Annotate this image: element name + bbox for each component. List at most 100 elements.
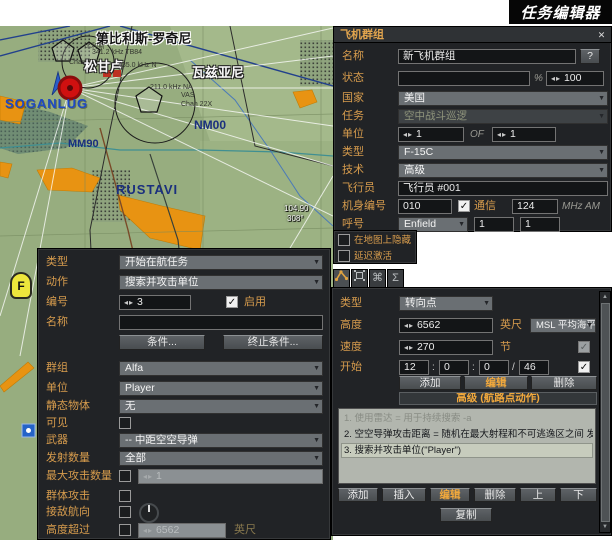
percent-sign: %	[534, 71, 543, 86]
altitude-reference-dropdown[interactable]: MSL 平均海平面▼	[530, 318, 596, 333]
tab-route[interactable]	[333, 269, 350, 287]
scroll-down-icon[interactable]: ▼	[600, 522, 610, 532]
list-item[interactable]: 1. 使用雷达 = 用于持续搜索 -a	[341, 411, 593, 426]
spinner-left-icon[interactable]: ◂	[551, 74, 555, 83]
skill-label: 技术	[342, 163, 364, 178]
direction-checkbox[interactable]	[119, 506, 131, 518]
start-seconds-input[interactable]: 0	[479, 360, 509, 375]
aircraft-type-dropdown[interactable]: F-15C▼	[398, 145, 608, 160]
altitude-label: 高度	[340, 318, 362, 333]
late-activation-label: 延迟激活	[354, 249, 392, 264]
start-time-checkbox[interactable]: ✓	[578, 361, 590, 373]
number-stepper[interactable]: ◂▸ 3	[119, 295, 191, 310]
hidden-on-map-label: 在地图上隐藏	[354, 233, 411, 248]
unit-total-stepper[interactable]: ◂▸ 1	[492, 127, 556, 142]
altitude-above-unit: 英尺	[234, 523, 256, 538]
tail-number-input[interactable]: 010	[398, 199, 452, 214]
unit-marker[interactable]	[59, 77, 81, 99]
action-label: 动作	[46, 275, 68, 290]
callsign-num2-input[interactable]: 1	[520, 217, 560, 232]
unit-count-stepper[interactable]: ◂▸ 1	[398, 127, 464, 142]
unit-label: 单位	[342, 127, 364, 142]
static-object-dropdown[interactable]: 无▼	[119, 399, 323, 414]
map-f-marker[interactable]: F	[10, 272, 32, 299]
group-attack-label: 群体攻击	[46, 489, 90, 504]
wp-edit-button[interactable]: 编辑	[464, 376, 528, 390]
expend-dropdown[interactable]: 全部▼	[119, 451, 323, 466]
transform-icon	[354, 270, 365, 281]
enabled-checkbox[interactable]: ✓	[226, 296, 238, 308]
frequency-input[interactable]: 124	[512, 199, 558, 214]
tab-summary[interactable]: Σ	[387, 269, 404, 287]
start-hours-input[interactable]: 12	[399, 360, 429, 375]
max-attack-label: 最大攻击数量	[46, 469, 112, 484]
copy-button[interactable]: 复制	[440, 508, 492, 522]
action-edit-button[interactable]: 编辑	[430, 488, 470, 502]
stop-condition-button[interactable]: 终止条件...	[223, 335, 323, 350]
expend-label: 发射数量	[46, 451, 90, 466]
action-up-button[interactable]: 上	[520, 488, 556, 502]
scroll-up-icon[interactable]: ▲	[600, 292, 610, 302]
scrollbar[interactable]: ▲ ▼	[599, 291, 611, 533]
speed-stepper[interactable]: ◂▸ 270	[399, 340, 493, 355]
spinner-right-icon[interactable]: ▸	[556, 74, 560, 83]
condition-button[interactable]: 条件...	[119, 335, 205, 350]
action-add-button[interactable]: 添加	[338, 488, 378, 502]
country-dropdown[interactable]: 美国▼	[398, 91, 608, 106]
tab-transform[interactable]	[351, 269, 368, 287]
condition-input[interactable]	[398, 71, 530, 86]
start-minutes-input[interactable]: 0	[439, 360, 469, 375]
skill-dropdown[interactable]: 高级▼	[398, 163, 608, 178]
start-day-input[interactable]: 46	[519, 360, 549, 375]
visible-label: 可见	[46, 416, 68, 431]
waypoint-actions-list: 1. 使用雷达 = 用于持续搜索 -a 2. 空空导弹攻击距离 = 随机在最大射…	[338, 408, 596, 484]
action-down-button[interactable]: 下	[560, 488, 597, 502]
altitude-above-stepper[interactable]: ◂▸ 6562	[138, 523, 226, 538]
task-name-input[interactable]	[119, 315, 323, 330]
advanced-waypoint-actions-button[interactable]: 高级 (航路点动作)	[399, 392, 597, 405]
help-button[interactable]: ?	[580, 49, 600, 64]
scrollbar-thumb[interactable]	[601, 303, 610, 522]
wp-type-dropdown[interactable]: 转向点▼	[399, 296, 493, 311]
action-delete-button[interactable]: 删除	[474, 488, 516, 502]
action-dropdown[interactable]: 搜索并攻击单位▼	[119, 275, 323, 290]
visible-checkbox[interactable]	[119, 417, 131, 429]
max-attack-stepper[interactable]: ◂▸ 1	[138, 469, 323, 484]
weapon-dropdown[interactable]: -- 中距空空导弹▼	[119, 433, 323, 448]
direction-label: 接敌航向	[46, 505, 90, 520]
tab-actions[interactable]: ⌘	[369, 269, 386, 287]
speed-unit: 节	[500, 340, 511, 355]
probability-stepper[interactable]: ◂▸ 100	[546, 71, 604, 86]
group-name-input[interactable]: 新飞机群组	[398, 49, 576, 64]
task-label: 任务	[342, 109, 364, 124]
comms-checkbox[interactable]: ✓	[458, 200, 470, 212]
sigma-icon: Σ	[392, 272, 399, 284]
hidden-on-map-checkbox[interactable]	[338, 234, 350, 246]
cmd-icon: ⌘	[372, 272, 383, 284]
action-insert-button[interactable]: 插入	[382, 488, 426, 502]
pilot-input[interactable]: 飞行员 #001	[398, 181, 608, 196]
heading-dial[interactable]	[139, 503, 159, 523]
altitude-stepper[interactable]: ◂▸ 6562	[399, 318, 493, 333]
wp-delete-button[interactable]: 删除	[531, 376, 597, 390]
task-dropdown[interactable]: 空中战斗巡逻▼	[398, 109, 608, 124]
mission-editor-screen: 第比利斯-罗奇尼 比利斯 341.2 kHz TB84 Chan 松甘卢 435…	[0, 0, 612, 540]
group-attack-checkbox[interactable]	[119, 490, 131, 502]
list-item[interactable]: 2. 空空导弹攻击距离 = 随机在最大射程和不可逃逸区之间 发射	[341, 427, 593, 442]
altitude-above-checkbox[interactable]	[119, 524, 131, 536]
late-activation-checkbox[interactable]	[338, 250, 350, 262]
target-unit-dropdown[interactable]: Player▼	[119, 381, 323, 396]
close-icon[interactable]: ✕	[595, 29, 608, 42]
route-icon	[335, 270, 348, 281]
map-blue-icon	[22, 424, 35, 437]
target-unit-label: 单位	[46, 381, 68, 396]
max-attack-checkbox[interactable]	[119, 470, 131, 482]
list-item[interactable]: 3. 搜索并攻击单位("Player")	[341, 443, 593, 458]
wp-add-button[interactable]: 添加	[399, 376, 461, 390]
altitude-above-label: 高度超过	[46, 523, 90, 538]
callsign-num1-input[interactable]: 1	[474, 217, 514, 232]
task-type-dropdown[interactable]: 开始在航任务▼	[119, 255, 323, 270]
name-label: 名称	[342, 49, 364, 64]
speed-lock-checkbox[interactable]: ✓	[578, 341, 590, 353]
group-dropdown[interactable]: Alfa▼	[119, 361, 323, 376]
